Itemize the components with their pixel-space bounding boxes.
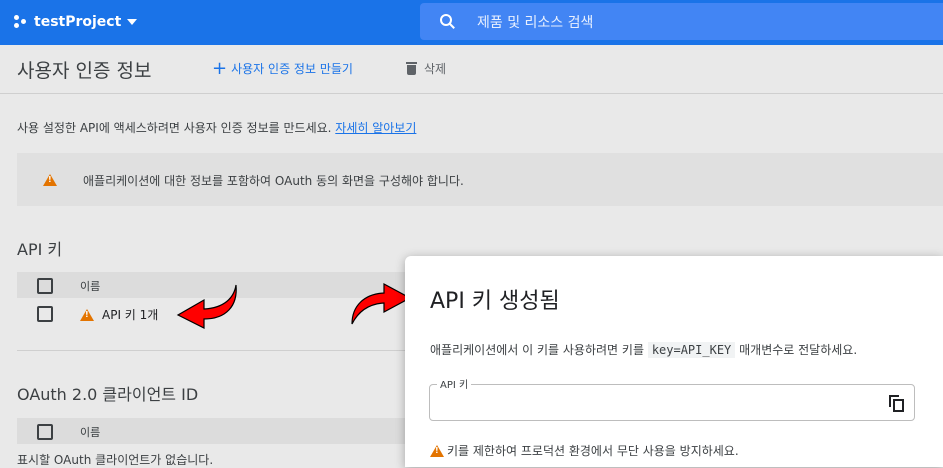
restrict-key-warning: 키를 제한하여 프로덕션 환경에서 무단 사용을 방지하세요. — [430, 442, 739, 459]
column-name: 이름 — [80, 280, 101, 293]
dialog-text-after: 매개변수로 전달하세요. — [739, 343, 858, 357]
api-key-field[interactable]: API 키 — [429, 376, 915, 421]
red-arrow-icon — [176, 284, 237, 329]
dialog-title: API 키 생성됨 — [430, 289, 560, 314]
restrict-key-warning-text: 키를 제한하여 프로덕션 환경에서 무단 사용을 방지하세요. — [447, 444, 739, 458]
consent-screen-notice: 애플리케이션에 대한 정보를 포함하여 OAuth 동의 화면을 구성해야 합니… — [17, 153, 943, 206]
top-app-bar: testProject 제품 및 리소스 검색 — [0, 0, 943, 45]
project-icon — [14, 15, 28, 29]
dialog-text-before: 애플리케이션에서 이 키를 사용하려면 키를 — [430, 343, 644, 357]
page-description: 사용 설정한 API에 액세스하려면 사용자 인증 정보를 만드세요. 자세히 … — [17, 119, 416, 136]
project-selector[interactable]: testProject — [14, 10, 138, 34]
api-key-field-label: API 키 — [437, 376, 472, 391]
api-key-name-text: API 키 1개 — [102, 308, 159, 322]
search-bar[interactable]: 제품 및 리소스 검색 — [420, 3, 943, 40]
row-checkbox[interactable] — [37, 306, 53, 322]
warning-icon — [43, 174, 57, 186]
dialog-code: key=API_KEY — [647, 342, 736, 358]
api-key-created-dialog: API 키 생성됨 애플리케이션에서 이 키를 사용하려면 키를 key=API… — [405, 256, 943, 467]
notice-text: 애플리케이션에 대한 정보를 포함하여 OAuth 동의 화면을 구성해야 합니… — [83, 174, 464, 188]
create-credentials-label: 사용자 인증 정보 만들기 — [231, 62, 353, 76]
warning-icon — [430, 444, 444, 457]
warning-icon — [80, 308, 94, 321]
add-icon: + — [212, 57, 228, 79]
copy-icon[interactable] — [889, 395, 904, 412]
select-all-checkbox[interactable] — [37, 278, 53, 294]
delete-label: 삭제 — [424, 62, 447, 76]
search-placeholder: 제품 및 리소스 검색 — [477, 14, 594, 31]
project-name: testProject — [34, 14, 122, 30]
oauth-empty-text: 표시할 OAuth 클라이언트가 없습니다. — [17, 453, 214, 467]
column-name: 이름 — [80, 426, 101, 439]
dialog-description: 애플리케이션에서 이 키를 사용하려면 키를 key=API_KEY 매개변수로… — [430, 341, 857, 358]
trash-icon — [406, 62, 418, 75]
oauth-section-title: OAuth 2.0 클라이언트 ID — [17, 385, 199, 404]
page-title: 사용자 인증 정보 — [17, 60, 152, 82]
search-icon — [438, 12, 458, 32]
learn-more-link[interactable]: 자세히 알아보기 — [335, 121, 416, 135]
select-all-checkbox[interactable] — [37, 424, 53, 440]
description-text: 사용 설정한 API에 액세스하려면 사용자 인증 정보를 만드세요. — [17, 121, 332, 135]
api-keys-section-title: API 키 — [17, 240, 63, 259]
delete-button[interactable]: 삭제 — [406, 60, 446, 77]
chevron-down-icon — [127, 19, 138, 25]
api-key-name[interactable]: API 키 1개 — [80, 306, 158, 323]
page-header: 사용자 인증 정보 + 사용자 인증 정보 만들기 삭제 — [0, 45, 943, 94]
create-credentials-button[interactable]: + 사용자 인증 정보 만들기 — [212, 57, 353, 79]
